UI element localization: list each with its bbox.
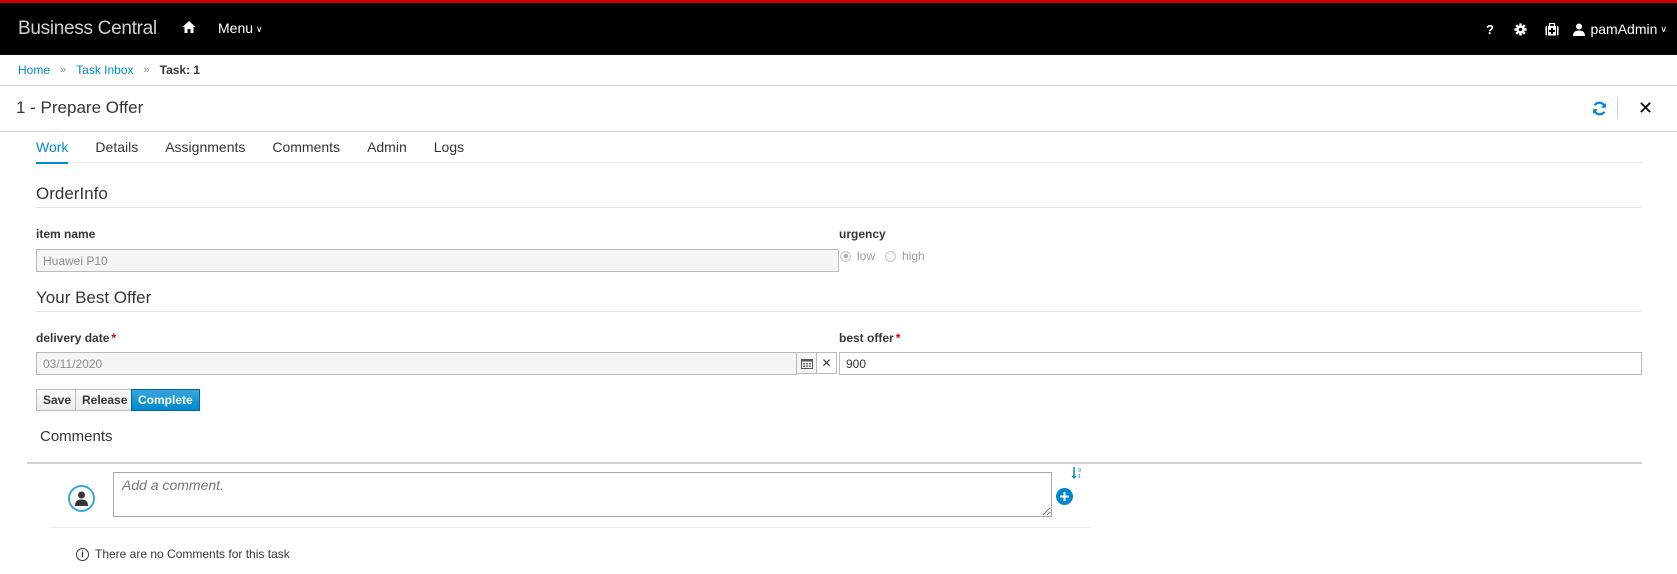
save-button[interactable]: Save (36, 389, 79, 411)
sort-icon[interactable]: 91 (1071, 466, 1083, 485)
section-divider (36, 207, 1642, 208)
urgency-option-high: high (902, 249, 925, 263)
chevron-down-icon: ∨ (1660, 23, 1667, 34)
tab-details[interactable]: Details (95, 132, 138, 163)
chevron-down-icon: ∨ (256, 24, 263, 34)
first-aid-kit-icon[interactable] (1536, 22, 1567, 36)
delivery-date-label: delivery date * (36, 331, 116, 345)
add-comment-icon[interactable] (1056, 488, 1073, 505)
urgency-radio-low[interactable] (840, 250, 851, 262)
required-marker: * (111, 331, 117, 345)
breadcrumb-separator: » (143, 64, 150, 76)
user-name: pamAdmin (1590, 21, 1658, 37)
calendar-button[interactable] (796, 352, 817, 374)
section-title-best-offer: Your Best Offer (36, 288, 152, 307)
tab-admin[interactable]: Admin (367, 132, 407, 163)
divider (0, 85, 1677, 86)
release-button[interactable]: Release (75, 389, 135, 411)
delivery-date-label-text: delivery date (36, 331, 110, 345)
urgency-label: urgency (839, 227, 886, 241)
tab-logs[interactable]: Logs (434, 132, 464, 163)
empty-comments-text: There are no Comments for this task (95, 547, 290, 561)
tab-assignments[interactable]: Assignments (165, 132, 245, 163)
section-title-order-info: OrderInfo (36, 184, 108, 203)
menu-dropdown[interactable]: Menu ∨ (218, 20, 263, 36)
clear-icon: ✕ (821, 356, 832, 370)
breadcrumb-current: Task: 1 (159, 63, 201, 77)
best-offer-label-text: best offer (839, 331, 894, 345)
menu-label: Menu (218, 20, 254, 36)
help-icon[interactable]: ? (1474, 22, 1505, 37)
empty-comments-message: i There are no Comments for this task (76, 547, 290, 561)
item-name-label: item name (36, 227, 96, 241)
comments-title: Comments (40, 428, 113, 445)
user-menu[interactable]: pamAdmin ∨ (1573, 21, 1667, 37)
breadcrumb: Home » Task Inbox » Task: 1 (18, 63, 200, 77)
best-offer-label: best offer * (839, 331, 900, 345)
gear-icon[interactable] (1505, 22, 1536, 36)
home-icon[interactable] (182, 20, 198, 36)
urgency-radio-high[interactable] (885, 250, 897, 262)
breadcrumb-task-inbox[interactable]: Task Inbox (76, 63, 133, 77)
page-title: 1 - Prepare Offer (16, 98, 144, 117)
section-divider (36, 311, 1642, 312)
required-marker: * (895, 331, 901, 345)
header-divider (1617, 97, 1618, 119)
comments-list-divider (50, 527, 1090, 528)
urgency-option-low: low (857, 249, 876, 263)
close-icon[interactable]: ✕ (1638, 98, 1653, 119)
brand-logo[interactable]: Business Central (18, 18, 157, 40)
complete-button[interactable]: Complete (131, 389, 200, 411)
info-icon: i (76, 547, 89, 561)
delivery-date-field[interactable] (36, 352, 797, 375)
refresh-icon[interactable] (1592, 101, 1608, 117)
tab-comments[interactable]: Comments (272, 132, 340, 163)
svg-text:1: 1 (1078, 474, 1081, 480)
tab-work[interactable]: Work (36, 132, 69, 164)
item-name-field[interactable] (36, 249, 839, 272)
top-nav-bar: Business Central Menu ∨ ? pamAdmin ∨ (0, 0, 1677, 55)
comments-divider (27, 462, 1642, 464)
task-tabs: Work Details Assignments Comments Admin … (36, 132, 1642, 164)
breadcrumb-home[interactable]: Home (18, 63, 50, 77)
calendar-icon (800, 358, 813, 369)
best-offer-field[interactable] (839, 352, 1642, 375)
breadcrumb-separator: » (60, 64, 67, 76)
avatar (68, 485, 95, 512)
clear-date-button[interactable]: ✕ (816, 352, 837, 374)
user-icon (1573, 23, 1586, 36)
comment-input[interactable] (113, 472, 1052, 517)
urgency-radio-group: low high (840, 249, 935, 263)
nav-right-icons: ? pamAdmin ∨ (1474, 17, 1667, 41)
user-icon (75, 491, 88, 506)
